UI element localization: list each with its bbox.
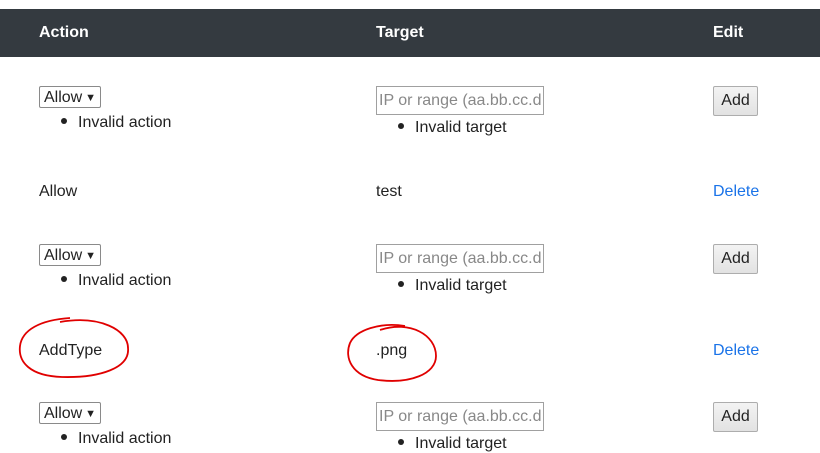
action-select[interactable]: Allow ▼ [39, 86, 101, 108]
rule-action: Allow [39, 183, 78, 200]
dropdown-caret-icon: ▼ [85, 408, 96, 420]
action-error: Invalid action [61, 430, 171, 448]
rule-action: AddType [39, 342, 103, 359]
bullet-icon [61, 433, 67, 440]
action-error-text: Invalid action [78, 430, 172, 447]
action-select[interactable]: Allow ▼ [39, 244, 101, 266]
bullet-icon [398, 438, 404, 445]
dropdown-caret-icon: ▼ [85, 250, 96, 262]
bullet-icon [61, 275, 67, 282]
add-button[interactable]: Add [713, 86, 758, 116]
header-action: Action [39, 24, 89, 41]
bullet-icon [61, 117, 67, 124]
rule-target: test [376, 183, 402, 200]
dropdown-caret-icon: ▼ [85, 92, 96, 104]
bullet-icon [398, 122, 404, 129]
bullet-icon [398, 280, 404, 287]
add-button[interactable]: Add [713, 244, 758, 274]
delete-link[interactable]: Delete [713, 183, 759, 201]
action-select-value: Allow [44, 247, 83, 264]
action-error: Invalid action [61, 272, 171, 290]
target-input[interactable] [376, 86, 544, 115]
add-button[interactable]: Add [713, 402, 758, 432]
rule-target: .png [376, 342, 408, 359]
target-error-text: Invalid target [415, 119, 507, 136]
header-edit: Edit [713, 24, 744, 41]
action-error: Invalid action [61, 114, 171, 132]
target-error-text: Invalid target [415, 435, 507, 452]
table-header: Action Target Edit [0, 9, 820, 57]
action-select[interactable]: Allow ▼ [39, 402, 101, 424]
target-error: Invalid target [398, 277, 507, 295]
target-error: Invalid target [398, 435, 507, 453]
target-input[interactable] [376, 402, 544, 431]
action-select-value: Allow [44, 405, 83, 422]
target-error-text: Invalid target [415, 277, 507, 294]
page: Action Target Edit Allow ▼ Invalid actio… [0, 0, 820, 453]
action-error-text: Invalid action [78, 114, 172, 131]
target-input[interactable] [376, 244, 544, 273]
annotation-overlay [18, 317, 437, 382]
delete-link[interactable]: Delete [713, 342, 759, 360]
action-select-value: Allow [44, 89, 83, 106]
target-error: Invalid target [398, 119, 507, 137]
header-target: Target [376, 24, 424, 41]
action-error-text: Invalid action [78, 272, 172, 289]
